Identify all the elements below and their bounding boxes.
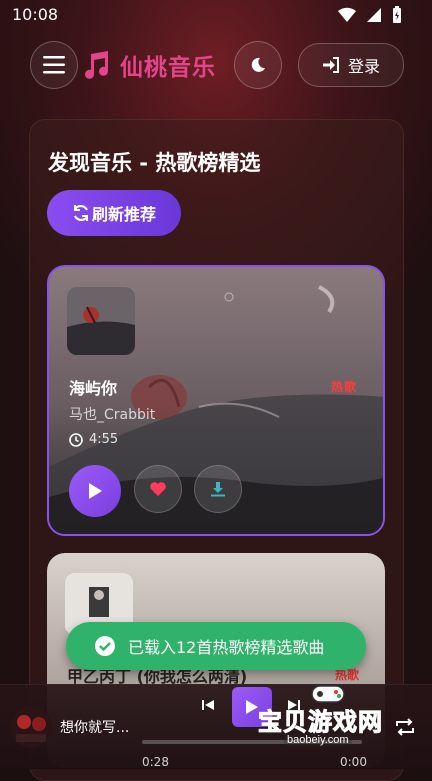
- watermark-text: 宝贝游戏网: [258, 708, 383, 737]
- app-name: 仙桃音乐: [120, 55, 216, 81]
- wifi-icon: [338, 7, 356, 23]
- moon-icon: [251, 57, 265, 72]
- total-time: 0:00: [340, 755, 367, 769]
- toast-message: 已载入12首热歌榜精选歌曲: [128, 638, 325, 657]
- duration-text: 4:55: [89, 432, 119, 447]
- previous-icon[interactable]: [200, 697, 216, 713]
- download-button[interactable]: [194, 465, 242, 513]
- music-note-icon: [85, 51, 109, 79]
- signal-icon: [367, 8, 381, 22]
- album-cover: [67, 287, 135, 355]
- heart-icon: [150, 482, 166, 496]
- watermark: 宝贝游戏网 baobeiy.com: [256, 685, 406, 748]
- app-header: 仙桃音乐 登录: [0, 30, 432, 98]
- check-circle-icon: [95, 636, 115, 656]
- play-icon: [89, 483, 102, 499]
- refresh-recommendations-button[interactable]: 刷新推荐: [47, 190, 181, 236]
- refresh-label: 刷新推荐: [91, 205, 156, 224]
- clock-icon: [69, 432, 83, 447]
- status-icons: [338, 6, 402, 24]
- song-card[interactable]: 海屿你 马也_Crabbit 4:55 热歌: [47, 265, 385, 536]
- menu-button[interactable]: [30, 41, 78, 89]
- sign-in-icon: [322, 57, 339, 73]
- app-logo: 仙桃音乐: [80, 48, 216, 82]
- login-label: 登录: [347, 57, 380, 76]
- status-time: 10:08: [12, 5, 59, 24]
- watermark-url: baobeiy.com: [284, 734, 352, 746]
- battery-icon: [393, 6, 401, 23]
- hot-badge: 热歌: [330, 380, 357, 394]
- status-bar: 10:08: [0, 0, 432, 30]
- play-button[interactable]: [69, 465, 121, 517]
- download-icon: [211, 482, 225, 497]
- like-button[interactable]: [134, 465, 182, 513]
- toast-notification: 已载入12首热歌榜精选歌曲: [66, 622, 366, 670]
- song-duration: 4:55: [69, 432, 118, 447]
- song-artist: 马也_Crabbit: [69, 407, 156, 423]
- now-playing-title: 想你就写...: [60, 720, 130, 736]
- menu-icon: [43, 56, 65, 74]
- login-button[interactable]: 登录: [298, 43, 404, 87]
- song-title: 海屿你: [69, 379, 118, 398]
- current-time: 0:28: [142, 755, 169, 769]
- refresh-icon: [73, 204, 88, 222]
- section-title: 发现音乐 - 热歌榜精选: [48, 151, 261, 175]
- theme-toggle-button[interactable]: [234, 41, 282, 89]
- now-playing-cover[interactable]: [10, 706, 52, 748]
